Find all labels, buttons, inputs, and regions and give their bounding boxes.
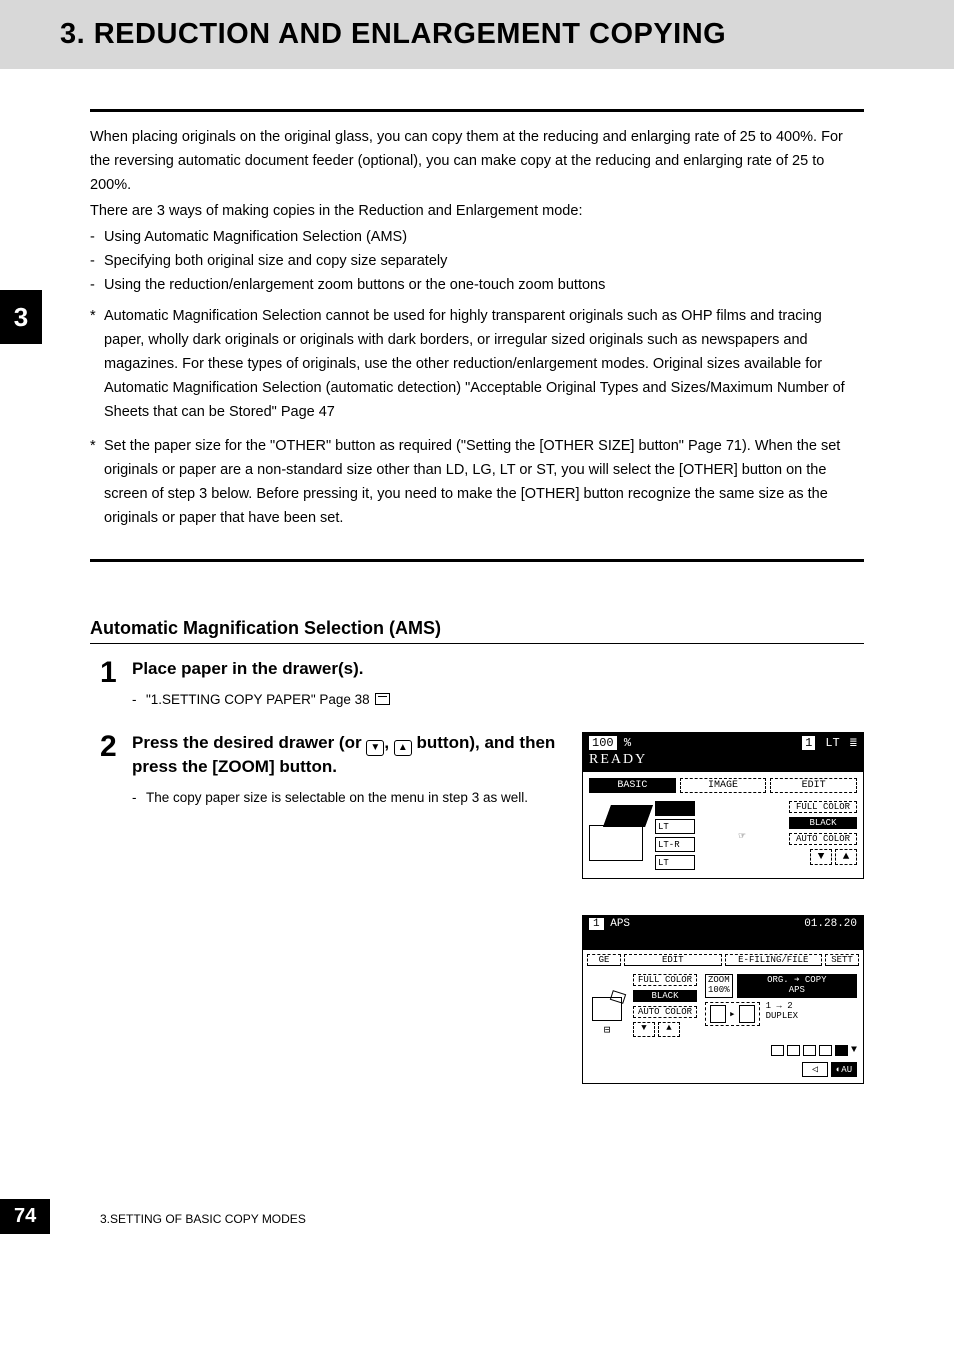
copy-count: 1 [589, 918, 604, 930]
scroll-down-icon: ▼ [851, 1045, 857, 1056]
mode-label: APS [610, 918, 630, 930]
up-button[interactable]: ▲ [835, 849, 857, 865]
auto-button[interactable]: ◐AU [831, 1062, 857, 1077]
way-item: Using the reduction/enlargement zoom but… [90, 274, 864, 298]
simplex-duplex-icon[interactable]: ▸ [705, 1002, 760, 1026]
note-item: Set the paper size for the "OTHER" butto… [90, 435, 864, 531]
tab-edit[interactable]: EDIT [624, 954, 722, 966]
way-item: Using Automatic Magnification Selection … [90, 226, 864, 250]
book-icon [375, 693, 390, 705]
color-full-button[interactable]: FULL COLOR [789, 801, 857, 813]
orig-copy-button[interactable]: ORG. ➔ COPY APS [737, 974, 857, 998]
chapter-header: 3. REDUCTION AND ENLARGEMENT COPYING [0, 0, 954, 69]
tray-button[interactable]: LT [655, 819, 695, 834]
intro-block: When placing originals on the original g… [90, 109, 864, 562]
tray-list: LT LT-R LT [655, 801, 695, 870]
step-number: 2 [100, 732, 132, 1084]
tab-sett[interactable]: SETT [825, 954, 859, 966]
note-item: Automatic Magnification Selection cannot… [90, 305, 864, 425]
duplex-label: 1 → 2 DUPLEX [766, 1002, 798, 1026]
step-subtext: "1.SETTING COPY PAPER" Page 38 [132, 689, 864, 711]
step-1: 1 Place paper in the drawer(s). "1.SETTI… [100, 658, 864, 715]
status-ready: READY [583, 752, 863, 772]
intro-paragraph-2: There are 3 ways of making copies in the… [90, 200, 864, 224]
color-black-button[interactable]: BLACK [633, 990, 697, 1002]
tab-basic[interactable]: BASIC [589, 778, 676, 793]
slider-button[interactable]: ◁ [802, 1062, 828, 1077]
copier-icon: ⊟ [589, 974, 625, 1037]
color-auto-button[interactable]: AUTO COLOR [789, 833, 857, 845]
way-item: Specifying both original size and copy s… [90, 250, 864, 274]
up-button[interactable]: ▲ [658, 1022, 680, 1037]
color-auto-button[interactable]: AUTO COLOR [633, 1006, 697, 1018]
tray-button[interactable]: LT-R [655, 837, 695, 852]
tray-button[interactable]: LT [655, 855, 695, 870]
step-title: Press the desired drawer (or ▼, ▲ button… [132, 732, 562, 779]
side-tab-chapter-number: 3 [0, 290, 42, 344]
page-number: 74 [0, 1199, 50, 1234]
copy-count: 1 [802, 736, 815, 750]
step-number: 1 [100, 658, 132, 715]
color-full-button[interactable]: FULL COLOR [633, 974, 697, 986]
down-button[interactable]: ▼ [633, 1022, 655, 1037]
up-arrow-icon: ▲ [394, 740, 412, 756]
chapter-title: 3. REDUCTION AND ENLARGEMENT COPYING [60, 18, 954, 51]
page-footer: 74 3.SETTING OF BASIC COPY MODES [0, 1184, 954, 1234]
zoom-button[interactable]: ZOOM 100% [705, 974, 733, 998]
control-panel-screenshot-1: 100 % 1 LT ≣ READY BASIC IMAGE EDIT [582, 732, 864, 879]
paper-indicator: LT [825, 736, 839, 750]
intro-paragraph-1: When placing originals on the original g… [90, 126, 864, 198]
section-heading: Automatic Magnification Selection (AMS) [90, 618, 864, 644]
tray-icon: ≣ [850, 735, 857, 750]
printer-icon [589, 801, 649, 861]
footer-text: 3.SETTING OF BASIC COPY MODES [100, 1212, 306, 1226]
color-black-button[interactable]: BLACK [789, 817, 857, 829]
hand-icon: ☞ [739, 829, 746, 843]
ways-list: Using Automatic Magnification Selection … [90, 226, 864, 298]
control-panel-screenshot-2: 1 APS 01.28.20 GE EDIT E-FILING/FILE SET… [582, 915, 864, 1084]
step-2: 2 Press the desired drawer (or ▼, ▲ butt… [100, 732, 864, 1084]
zoom-value: 100 [589, 736, 617, 750]
tab-ge[interactable]: GE [587, 954, 621, 966]
tab-efiling[interactable]: E-FILING/FILE [725, 954, 823, 966]
step-title: Place paper in the drawer(s). [132, 658, 864, 681]
timestamp: 01.28.20 [804, 918, 857, 930]
down-arrow-icon: ▼ [366, 740, 384, 756]
step-subtext: The copy paper size is selectable on the… [132, 787, 562, 809]
notes-list: Automatic Magnification Selection cannot… [90, 305, 864, 530]
down-button[interactable]: ▼ [810, 849, 832, 865]
tab-image[interactable]: IMAGE [680, 778, 767, 793]
tab-edit[interactable]: EDIT [770, 778, 857, 793]
